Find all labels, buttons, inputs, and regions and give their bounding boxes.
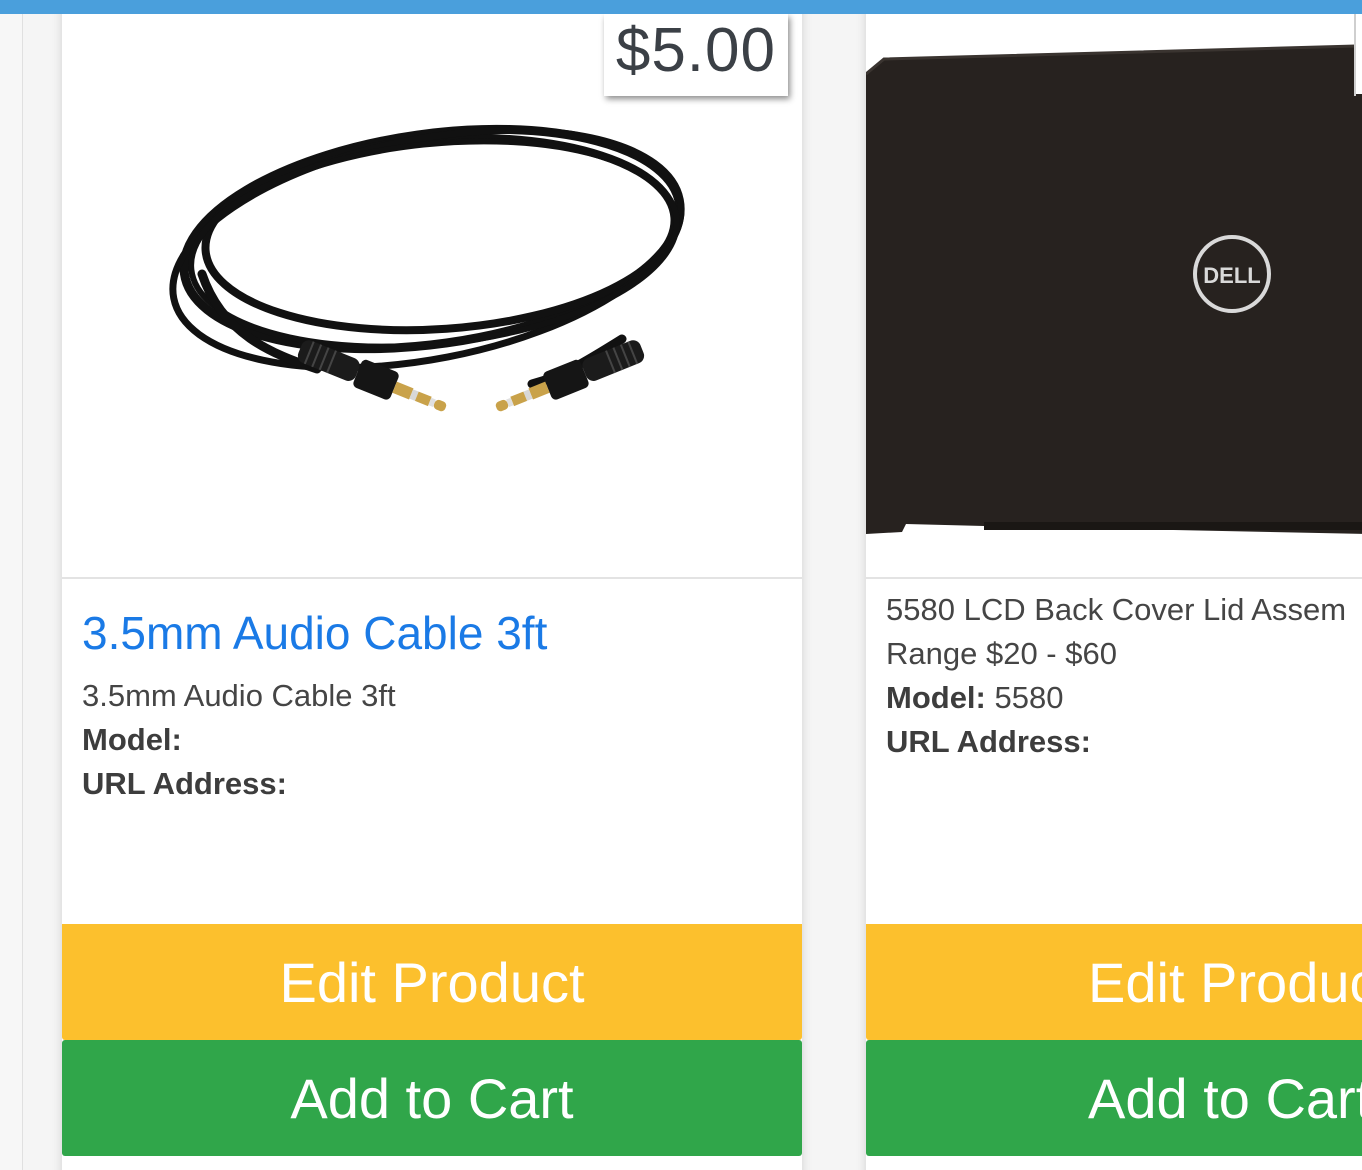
product-description: 5580 LCD Back Cover Lid Assem [886, 592, 1347, 627]
product-image-area: DELL [866, 14, 1362, 579]
model-value: 5580 [994, 680, 1064, 715]
model-label: Model: [82, 722, 182, 757]
product-details: 5580 LCD Back Cover Lid Assem Range $20 … [886, 588, 1362, 764]
price-range: Range $20 - $60 [886, 636, 1117, 671]
url-label: URL Address: [886, 724, 1091, 759]
dell-logo: DELL [1203, 263, 1260, 288]
edit-product-button[interactable]: Edit Produc [866, 924, 1362, 1040]
add-to-cart-button[interactable]: Add to Cart [62, 1040, 802, 1156]
model-row: Model: [82, 718, 782, 762]
audio-cable-image [169, 124, 685, 412]
price-tag: $5.00 [603, 14, 788, 96]
laptop-lid-image: DELL [866, 14, 1362, 534]
product-grid: $5.00 3.5mm Audio Cable 3ft 3.5mm Audio … [23, 14, 1362, 1170]
top-bar [0, 0, 1362, 14]
add-to-cart-button[interactable]: Add to Cart [866, 1040, 1362, 1156]
product-card: $5.00 3.5mm Audio Cable 3ft 3.5mm Audio … [62, 14, 802, 1170]
url-label: URL Address: [82, 766, 287, 801]
edit-product-button[interactable]: Edit Product [62, 924, 802, 1040]
product-description: 3.5mm Audio Cable 3ft [82, 678, 396, 713]
model-label: Model: [886, 680, 986, 715]
product-card: DELL 5580 LCD Back Cover Lid Assem Range… [866, 14, 1362, 1170]
product-title-link[interactable]: 3.5mm Audio Cable 3ft [82, 604, 782, 662]
url-row: URL Address: [82, 762, 782, 806]
product-image-area: $5.00 [62, 14, 802, 579]
url-row: URL Address: [886, 720, 1362, 764]
left-sidebar-edge [0, 14, 23, 1170]
product-details: 3.5mm Audio Cable 3ft 3.5mm Audio Cable … [82, 594, 782, 806]
model-row: Model: 5580 [886, 676, 1362, 720]
